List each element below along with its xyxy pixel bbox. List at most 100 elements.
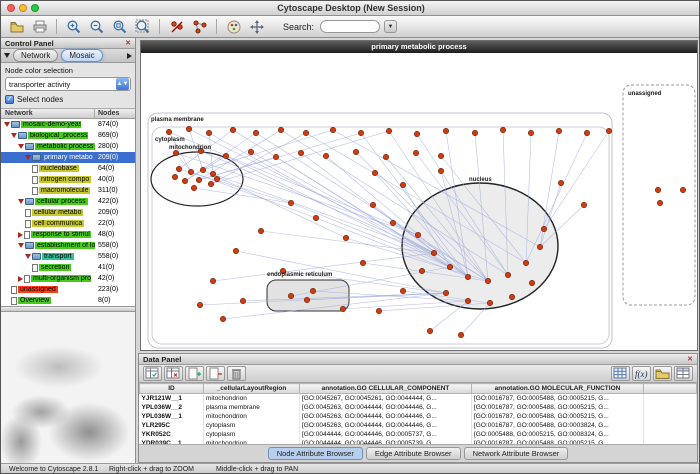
network-node[interactable] bbox=[505, 272, 510, 277]
network-node[interactable] bbox=[680, 187, 685, 192]
collapse-arrow-icon[interactable] bbox=[18, 199, 24, 204]
network-node[interactable] bbox=[465, 298, 470, 303]
tab-network[interactable]: Network bbox=[13, 49, 58, 62]
network-node[interactable] bbox=[343, 235, 348, 240]
network-node[interactable] bbox=[310, 288, 315, 293]
network-node[interactable] bbox=[541, 226, 546, 231]
panel-scroll-right-icon[interactable] bbox=[127, 53, 132, 59]
vizmapper-icon[interactable] bbox=[223, 17, 244, 36]
network-node[interactable] bbox=[173, 150, 178, 155]
network-node[interactable] bbox=[323, 153, 328, 158]
matrix-icon[interactable] bbox=[611, 366, 630, 381]
tree-row[interactable]: establishment of lo558(0) bbox=[1, 240, 135, 251]
network-node[interactable] bbox=[330, 127, 335, 132]
network-node[interactable] bbox=[176, 166, 181, 171]
network-node[interactable] bbox=[233, 248, 238, 253]
collapse-arrow-icon[interactable] bbox=[18, 144, 24, 149]
network-node[interactable] bbox=[166, 129, 171, 134]
tree-row[interactable]: metabolic process280(0) bbox=[1, 141, 135, 152]
table-column-header[interactable]: annotation.GO CELLULAR_COMPONENT bbox=[300, 384, 472, 394]
network-node[interactable] bbox=[358, 130, 363, 135]
network-node[interactable] bbox=[581, 202, 586, 207]
column-divider[interactable] bbox=[94, 109, 95, 119]
network-node[interactable] bbox=[220, 316, 225, 321]
network-node[interactable] bbox=[298, 150, 303, 155]
table-icon[interactable] bbox=[674, 366, 693, 381]
network-node[interactable] bbox=[197, 302, 202, 307]
network-node[interactable] bbox=[273, 154, 278, 159]
network-node[interactable] bbox=[223, 153, 228, 158]
tree-row[interactable]: mosaic-demo-yeast874(0) bbox=[1, 119, 135, 130]
tree-row[interactable]: cellular metabo209(0) bbox=[1, 207, 135, 218]
tree-row[interactable]: unassigned223(0) bbox=[1, 284, 135, 295]
hide-selected-icon[interactable] bbox=[166, 17, 187, 36]
delete-attribute-icon[interactable] bbox=[206, 366, 225, 381]
expand-arrow-icon[interactable] bbox=[18, 232, 23, 238]
network-node[interactable] bbox=[188, 169, 193, 174]
network-node[interactable] bbox=[529, 280, 534, 285]
network-node[interactable] bbox=[191, 185, 196, 190]
collapse-arrow-icon[interactable] bbox=[25, 254, 31, 259]
network-node[interactable] bbox=[414, 131, 419, 136]
create-network-icon[interactable] bbox=[189, 17, 210, 36]
trash-icon[interactable] bbox=[227, 366, 246, 381]
network-node[interactable] bbox=[400, 182, 405, 187]
network-node[interactable] bbox=[655, 187, 660, 192]
network-node[interactable] bbox=[400, 288, 405, 293]
tree-row[interactable]: primary metabo209(0) bbox=[1, 152, 135, 163]
network-node[interactable] bbox=[413, 150, 418, 155]
network-node[interactable] bbox=[443, 290, 448, 295]
network-node[interactable] bbox=[523, 260, 528, 265]
tab-network-attribute-browser[interactable]: Network Attribute Browser bbox=[464, 447, 569, 460]
table-row[interactable]: YPL036W__2plasma membrane[GO:0045263, GO… bbox=[140, 403, 697, 412]
collapse-arrow-icon[interactable] bbox=[18, 243, 24, 248]
tree-row[interactable]: macromolecule311(0) bbox=[1, 185, 135, 196]
network-node[interactable] bbox=[427, 328, 432, 333]
table-column-header[interactable]: annotation.GO MOLECULAR_FUNCTION bbox=[472, 384, 644, 394]
network-node[interactable] bbox=[556, 128, 561, 133]
network-node[interactable] bbox=[443, 128, 448, 133]
network-node[interactable] bbox=[487, 300, 492, 305]
tree-row[interactable]: nucleobase64(0) bbox=[1, 163, 135, 174]
select-nodes-checkbox[interactable]: ✓ bbox=[5, 95, 14, 104]
network-node[interactable] bbox=[288, 293, 293, 298]
network-node[interactable] bbox=[447, 264, 452, 269]
network-node[interactable] bbox=[360, 260, 365, 265]
network-node[interactable] bbox=[258, 228, 263, 233]
zoom-out-icon[interactable] bbox=[86, 17, 107, 36]
zoom-selected-icon[interactable] bbox=[109, 17, 130, 36]
open-folder-icon[interactable] bbox=[653, 366, 672, 381]
network-node[interactable] bbox=[370, 202, 375, 207]
network-node[interactable] bbox=[304, 297, 309, 302]
network-node[interactable] bbox=[210, 171, 215, 176]
network-node[interactable] bbox=[210, 278, 215, 283]
network-node[interactable] bbox=[431, 250, 436, 255]
network-node[interactable] bbox=[537, 244, 542, 249]
tab-node-attribute-browser[interactable]: Node Attribute Browser bbox=[268, 447, 363, 460]
table-column-header[interactable]: _cellularLayoutRegion bbox=[204, 384, 300, 394]
table-row[interactable]: YKR052Ccytoplasm[GO:0044444, GO:0044446,… bbox=[140, 430, 697, 439]
network-node[interactable] bbox=[465, 274, 470, 279]
network-node[interactable] bbox=[500, 127, 505, 132]
network-node[interactable] bbox=[584, 130, 589, 135]
network-canvas[interactable]: plasma membrane cytoplasm mitochondrion … bbox=[141, 53, 697, 350]
network-node[interactable] bbox=[528, 130, 533, 135]
color-attribute-dropdown[interactable]: transporter activity ▲▼ bbox=[5, 77, 131, 91]
network-node[interactable] bbox=[340, 306, 345, 311]
network-node[interactable] bbox=[386, 128, 391, 133]
unselect-attributes-icon[interactable] bbox=[164, 366, 183, 381]
network-node[interactable] bbox=[214, 176, 219, 181]
tree-row[interactable]: transport558(0) bbox=[1, 251, 135, 262]
network-node[interactable] bbox=[558, 180, 563, 185]
tree-row[interactable]: multi-organism pro42(0) bbox=[1, 273, 135, 284]
tree-row[interactable]: Overview8(0) bbox=[1, 295, 135, 306]
network-node[interactable] bbox=[288, 200, 293, 205]
tree-row[interactable]: biological_process869(0) bbox=[1, 130, 135, 141]
network-node[interactable] bbox=[606, 128, 611, 133]
select-attributes-icon[interactable] bbox=[143, 366, 162, 381]
close-control-panel-button[interactable]: ✕ bbox=[125, 39, 131, 47]
network-node[interactable] bbox=[172, 174, 177, 179]
table-row[interactable]: YJR121W__1mitochondrion[GO:0045267, GO:0… bbox=[140, 394, 697, 403]
network-node[interactable] bbox=[657, 200, 662, 205]
table-row[interactable]: YPL036W__1mitochondrion[GO:0045263, GO:0… bbox=[140, 412, 697, 421]
